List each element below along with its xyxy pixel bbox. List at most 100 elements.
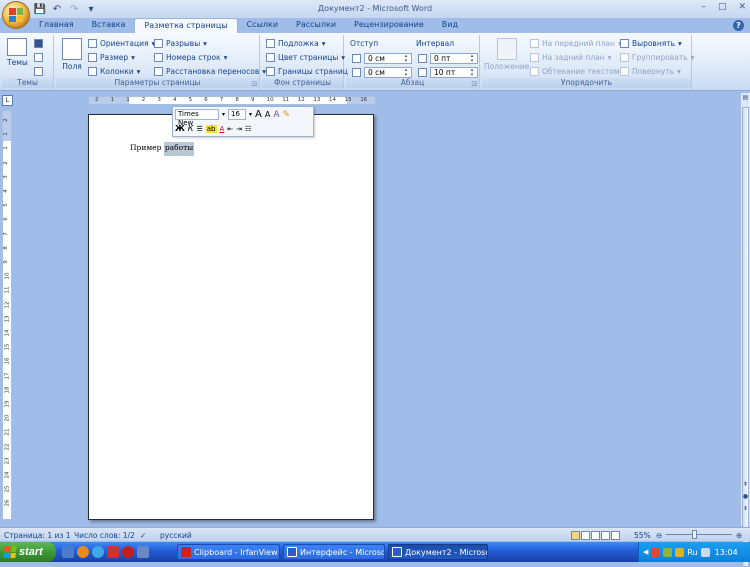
bring-front-icon [530, 39, 539, 48]
group-label-page-setup: Параметры страницы [56, 78, 259, 88]
watermark-button[interactable]: Подложка ▾ [266, 39, 325, 48]
italic-button[interactable]: К [188, 124, 194, 133]
vertical-scrollbar[interactable]: ▤ ⇞ ● ⇟ [740, 93, 750, 567]
theme-fonts-icon[interactable] [34, 53, 43, 62]
bold-button[interactable]: Ж [175, 124, 185, 133]
tab-references[interactable]: Ссылки [238, 18, 287, 33]
group-objects-icon [620, 53, 629, 62]
horizontal-ruler[interactable]: 2 1 1 2 3 4 5 6 7 8 9 10 11 12 13 14 15 16 [88, 96, 376, 105]
word-count[interactable]: Число слов: 1/2 [74, 531, 135, 540]
zoom-level[interactable]: 55% [634, 531, 651, 540]
document-page[interactable]: Пример работы [88, 114, 374, 520]
web-view-icon[interactable] [591, 531, 600, 540]
themes-button[interactable]: Темы [7, 38, 28, 67]
tray-app-icon[interactable] [651, 547, 661, 557]
ruler-tick: 11 [4, 286, 11, 294]
ruler-tick: 14 [329, 97, 336, 103]
spacing-after-input[interactable]: 10 пт [430, 67, 478, 78]
prev-page-icon[interactable]: ⇞ [741, 481, 750, 490]
font-size-field[interactable]: 16 [228, 109, 247, 120]
tray-volume-icon[interactable] [700, 547, 710, 557]
theme-colors-icon[interactable] [34, 39, 43, 48]
text-wrap-button[interactable]: Обтекание текстом ▾ [530, 67, 626, 76]
font-color-icon[interactable]: A [220, 125, 225, 133]
page-color-button[interactable]: Цвет страницы ▾ [266, 53, 345, 62]
zoom-out-icon[interactable]: ⊖ [656, 531, 662, 540]
tab-home[interactable]: Главная [30, 18, 83, 33]
bring-front-button[interactable]: На передний план ▾ [530, 39, 622, 48]
tray-network-icon[interactable] [663, 547, 673, 557]
help-icon[interactable]: ? [733, 20, 744, 31]
firefox-icon[interactable] [77, 546, 89, 558]
show-desktop-icon[interactable] [62, 546, 74, 558]
print-layout-view-icon[interactable] [571, 531, 580, 540]
highlight-icon[interactable]: ab [205, 124, 217, 133]
paragraph-launcher-icon[interactable]: ◲ [471, 80, 477, 87]
zoom-in-icon[interactable]: ⊕ [736, 531, 742, 540]
hyphenation-button[interactable]: Расстановка переносов ▾ [154, 67, 266, 76]
shrink-font-button[interactable]: A [265, 110, 270, 119]
minimize-button[interactable]: – [701, 2, 706, 12]
line-numbers-button[interactable]: Номера строк ▾ [154, 53, 227, 62]
bullets-icon[interactable]: ☷ [245, 125, 251, 133]
tray-language[interactable]: Ru [687, 548, 697, 557]
tab-insert[interactable]: Вставка [83, 18, 135, 33]
spacing-before-input[interactable]: 0 пт [430, 53, 478, 64]
zoom-slider-knob[interactable] [692, 530, 698, 539]
page-borders-button[interactable]: Границы страниц [266, 67, 348, 76]
language-indicator[interactable]: русский [160, 531, 192, 540]
browse-object-icon[interactable]: ● [741, 493, 750, 502]
format-painter-icon[interactable]: ✎ [283, 110, 291, 120]
task-word-document2[interactable]: Документ2 - Microso... [388, 544, 488, 560]
columns-button[interactable]: Колонки ▾ [88, 67, 140, 76]
decrease-indent-icon[interactable]: ⇤ [227, 125, 233, 133]
increase-indent-icon[interactable]: ⇥ [236, 125, 242, 133]
tab-page-layout[interactable]: Разметка страницы [134, 18, 238, 33]
ruler-toggle-icon[interactable]: ▤ [741, 94, 750, 103]
close-button[interactable]: ✕ [738, 2, 746, 12]
rotate-button[interactable]: Повернуть ▾ [620, 67, 681, 76]
theme-effects-icon[interactable] [34, 67, 43, 76]
zoom-slider[interactable] [666, 534, 732, 535]
page-count[interactable]: Страница: 1 из 1 [4, 531, 71, 540]
document-text[interactable]: Пример работы [130, 142, 195, 156]
tab-review[interactable]: Рецензирование [345, 18, 433, 33]
app-icon-blue[interactable] [137, 546, 149, 558]
page-setup-launcher-icon[interactable]: ◲ [251, 80, 257, 87]
tray-collapse-icon[interactable]: ◀ [643, 548, 648, 556]
font-name-field[interactable]: Times New [175, 109, 219, 127]
tab-selector-icon[interactable]: L [2, 95, 13, 106]
breaks-button[interactable]: Разрывы ▾ [154, 39, 207, 48]
task-irfanview[interactable]: Clipboard - IrfanView [177, 544, 280, 560]
browser-icon[interactable] [92, 546, 104, 558]
vertical-ruler[interactable]: 2 1 1 2 3 4 5 6 7 8 9 10 11 12 13 14 15 16 17 18 19 20 21 22 23 2… [2, 110, 12, 520]
center-align-icon[interactable]: ☰ [196, 125, 202, 133]
send-back-button[interactable]: На задний план ▾ [530, 53, 611, 62]
draft-view-icon[interactable] [611, 531, 620, 540]
proofing-icon[interactable]: ✓ [140, 531, 146, 540]
tray-security-icon[interactable] [675, 547, 685, 557]
office-button[interactable] [2, 1, 30, 29]
task-word-interface[interactable]: Интерфейс - Microso... [283, 544, 385, 560]
clock: 13:04 [714, 547, 738, 557]
group-objects-button[interactable]: Группировать ▾ [620, 53, 694, 62]
indent-right-input[interactable]: 0 см [364, 67, 412, 78]
indent-left-input[interactable]: 0 см [364, 53, 412, 64]
next-page-icon[interactable]: ⇟ [741, 505, 750, 514]
tab-view[interactable]: Вид [433, 18, 467, 33]
selected-text[interactable]: работы [163, 142, 195, 156]
app-icon-red[interactable] [107, 546, 119, 558]
outline-view-icon[interactable] [601, 531, 610, 540]
start-button[interactable]: start [0, 542, 56, 562]
maximize-button[interactable]: □ [718, 2, 727, 12]
size-button[interactable]: Размер ▾ [88, 53, 135, 62]
opera-icon[interactable] [122, 546, 134, 558]
styles-icon[interactable]: A [273, 110, 279, 120]
position-button[interactable]: Положение [484, 38, 529, 71]
orientation-button[interactable]: Ориентация ▾ [88, 39, 155, 48]
full-screen-view-icon[interactable] [581, 531, 590, 540]
tab-mailings[interactable]: Рассылки [287, 18, 345, 33]
grow-font-button[interactable]: A [255, 109, 262, 120]
margins-button[interactable]: Поля [62, 38, 82, 71]
align-button[interactable]: Выровнять ▾ [620, 39, 682, 48]
